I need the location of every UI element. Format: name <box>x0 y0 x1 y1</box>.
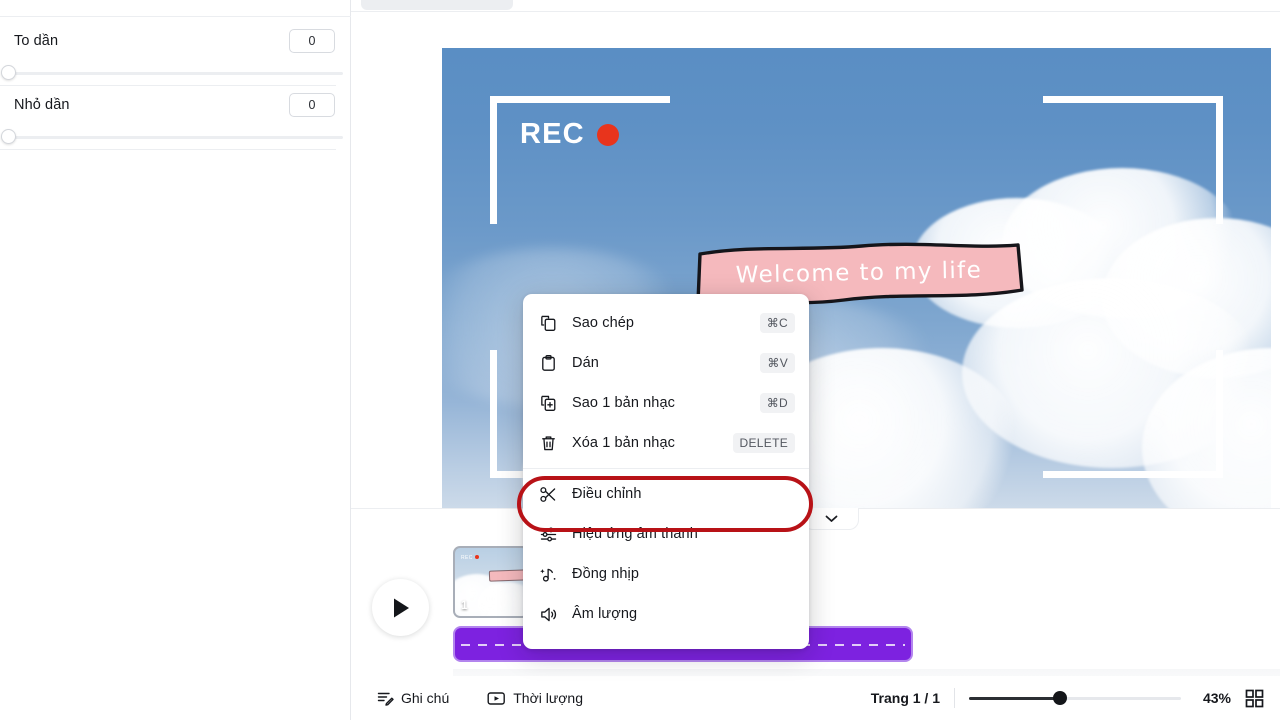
grid-view-button[interactable] <box>1245 689 1264 708</box>
timeline-collapse-handle[interactable] <box>803 508 859 530</box>
menu-item-sound-effects[interactable]: Hiệu ứng âm thanh <box>523 514 809 554</box>
menu-divider <box>523 468 809 469</box>
menu-item-delete-track[interactable]: Xóa 1 bản nhạc DELETE <box>523 423 809 463</box>
property-divider <box>0 149 336 150</box>
property-row-fade-out: Nhỏ dần 0 <box>0 92 351 148</box>
zoom-slider-thumb[interactable] <box>1053 691 1068 705</box>
menu-item-beat-sync[interactable]: Đồng nhịp <box>523 554 809 594</box>
volume-icon <box>541 607 557 621</box>
property-value-input[interactable]: 0 <box>289 29 335 53</box>
scissors-icon <box>540 486 556 502</box>
editor-stage-area: REC Welcome to my life REC 1 Ghi chú Thờ… <box>351 0 1280 720</box>
slider-track <box>8 72 343 75</box>
zoom-percent-label: 43% <box>1202 690 1231 706</box>
menu-item-shortcut: ⌘C <box>759 313 795 333</box>
menu-item-label: Hiệu ứng âm thanh <box>572 526 698 542</box>
bottom-toolbar-left: Ghi chú Thời lượng <box>371 686 589 711</box>
clip-number-label: 1 <box>461 598 468 612</box>
grid-view-icon <box>1245 689 1264 707</box>
top-toolbar-strip <box>351 0 1280 11</box>
paste-icon <box>542 354 555 371</box>
rec-dot-icon <box>596 123 619 146</box>
notes-label: Ghi chú <box>401 690 450 706</box>
timeline-panel: REC 1 Ghi chú Thời lượng Trang 1 / 1 43% <box>351 508 1280 720</box>
menu-item-shortcut: ⌘D <box>759 393 795 413</box>
toolbar-divider <box>954 688 955 708</box>
property-header: Nhỏ dần 0 <box>0 92 351 118</box>
bottom-toolbar: Ghi chú Thời lượng Trang 1 / 1 43% <box>351 676 1280 720</box>
menu-item-label: Âm lượng <box>572 606 638 622</box>
page-indicator: Trang 1 / 1 <box>870 690 940 706</box>
corner-bracket-top-left <box>490 96 670 224</box>
rec-label: REC <box>520 118 585 150</box>
menu-item-duplicate-track[interactable]: Sao 1 bản nhạc ⌘D <box>523 383 809 423</box>
property-label: To dần <box>14 33 59 49</box>
menu-item-shortcut: DELETE <box>732 433 795 453</box>
corner-bracket-bottom-right <box>1043 350 1223 478</box>
duplicate-icon <box>541 395 556 411</box>
menu-item-adjust[interactable]: Điều chỉnh <box>523 474 809 514</box>
property-divider <box>0 85 336 86</box>
timeline-clip-thumbnail[interactable]: REC 1 <box>453 546 529 618</box>
property-row-fade-in: To dần 0 <box>0 28 351 84</box>
notes-button[interactable]: Ghi chú <box>371 686 455 711</box>
slider-thumb[interactable] <box>1 65 16 80</box>
properties-panel: To dần 0 Nhỏ dần 0 <box>0 0 351 720</box>
menu-item-shortcut: ⌘V <box>760 353 795 373</box>
menu-item-label: Dán <box>572 355 599 371</box>
property-label: Nhỏ dần <box>14 97 70 113</box>
zoom-slider[interactable] <box>969 690 1181 706</box>
menu-item-paste[interactable]: Dán ⌘V <box>523 343 809 383</box>
chevron-down-icon <box>825 515 837 522</box>
rec-indicator: REC <box>520 118 619 151</box>
toolbar-tab-partial[interactable] <box>361 0 513 10</box>
property-header: To dần 0 <box>0 28 351 54</box>
fade-out-slider[interactable] <box>0 126 351 148</box>
slider-thumb[interactable] <box>1 129 16 144</box>
menu-item-label: Điều chỉnh <box>572 486 642 502</box>
equalizer-icon <box>540 526 557 542</box>
menu-item-label: Sao chép <box>572 315 635 331</box>
thumb-rec-dot-icon <box>475 555 479 559</box>
canvas-backdrop: REC Welcome to my life <box>351 12 1280 514</box>
play-button[interactable] <box>372 579 429 636</box>
menu-item-label: Sao 1 bản nhạc <box>572 395 675 411</box>
video-editor-window: To dần 0 Nhỏ dần 0 REC Welcome to my lif… <box>0 0 1280 720</box>
thumb-rec-label: REC <box>461 555 473 561</box>
fade-in-slider[interactable] <box>0 62 351 84</box>
beat-sync-icon <box>540 568 556 582</box>
property-value-input[interactable]: 0 <box>289 93 335 117</box>
play-icon <box>393 598 409 617</box>
notes-icon <box>377 692 394 706</box>
menu-item-copy[interactable]: Sao chép ⌘C <box>523 303 809 343</box>
corner-bracket-top-right <box>1043 96 1223 224</box>
duration-label: Thời lượng <box>513 690 584 706</box>
menu-item-volume[interactable]: Âm lượng <box>523 594 809 634</box>
clip-context-menu[interactable]: Sao chép ⌘C Dán ⌘V Sao 1 bản nhạc ⌘D Xóa… <box>517 294 813 649</box>
slider-track <box>8 136 343 139</box>
menu-item-label: Xóa 1 bản nhạc <box>572 435 675 451</box>
zoom-slider-fill <box>969 697 1061 700</box>
panel-top-divider <box>0 16 351 17</box>
menu-item-label: Đồng nhịp <box>572 566 640 582</box>
duration-icon <box>487 691 506 705</box>
bottom-toolbar-right: Trang 1 / 1 43% <box>871 688 1264 708</box>
trash-icon <box>542 435 555 450</box>
duration-button[interactable]: Thời lượng <box>481 686 589 711</box>
copy-icon <box>541 315 556 331</box>
